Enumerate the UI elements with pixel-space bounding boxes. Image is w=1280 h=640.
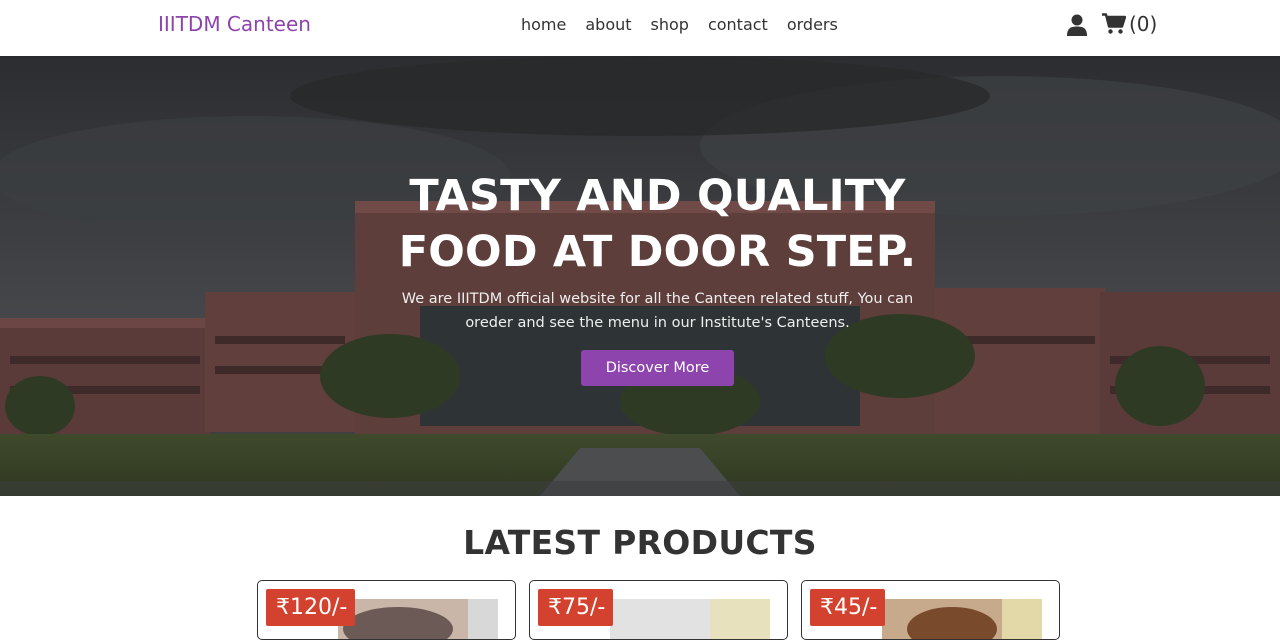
site-header: IIITDM Canteen home about shop contact o…	[0, 0, 1280, 56]
hero-title: TASTY AND QUALITY FOOD AT DOOR STEP.	[398, 171, 917, 277]
hero-description: We are IIITDM official website for all t…	[401, 291, 914, 331]
hero-content: TASTY AND QUALITY FOOD AT DOOR STEP. We …	[0, 56, 1280, 496]
price-badge: ₹75/-	[538, 589, 614, 626]
product-image	[882, 599, 1042, 639]
discover-more-button[interactable]: Discover More	[581, 350, 734, 386]
nav-orders[interactable]: orders	[787, 15, 838, 34]
price-badge: ₹120/-	[266, 589, 356, 626]
hero-section: TASTY AND QUALITY FOOD AT DOOR STEP. We …	[0, 56, 1280, 496]
main-nav: home about shop contact orders	[521, 15, 838, 34]
product-image	[338, 599, 498, 639]
product-grid: ₹120/- ₹75/- ₹45/-	[257, 580, 1060, 640]
product-card[interactable]: ₹75/-	[529, 580, 788, 640]
latest-products-heading: LATEST PRODUCTS	[463, 523, 817, 562]
site-logo[interactable]: IIITDM Canteen	[158, 12, 311, 36]
nav-home[interactable]: home	[521, 15, 566, 34]
price-badge: ₹45/-	[810, 589, 886, 626]
nav-shop[interactable]: shop	[651, 15, 689, 34]
product-card[interactable]: ₹120/-	[257, 580, 516, 640]
product-image	[610, 599, 770, 639]
cart-count: (0)	[1129, 12, 1158, 36]
nav-contact[interactable]: contact	[708, 15, 768, 34]
shopping-cart-icon	[1102, 13, 1126, 34]
user-icon[interactable]	[1067, 14, 1087, 36]
product-card[interactable]: ₹45/-	[801, 580, 1060, 640]
cart-button[interactable]: (0)	[1102, 12, 1157, 36]
nav-about[interactable]: about	[585, 15, 631, 34]
